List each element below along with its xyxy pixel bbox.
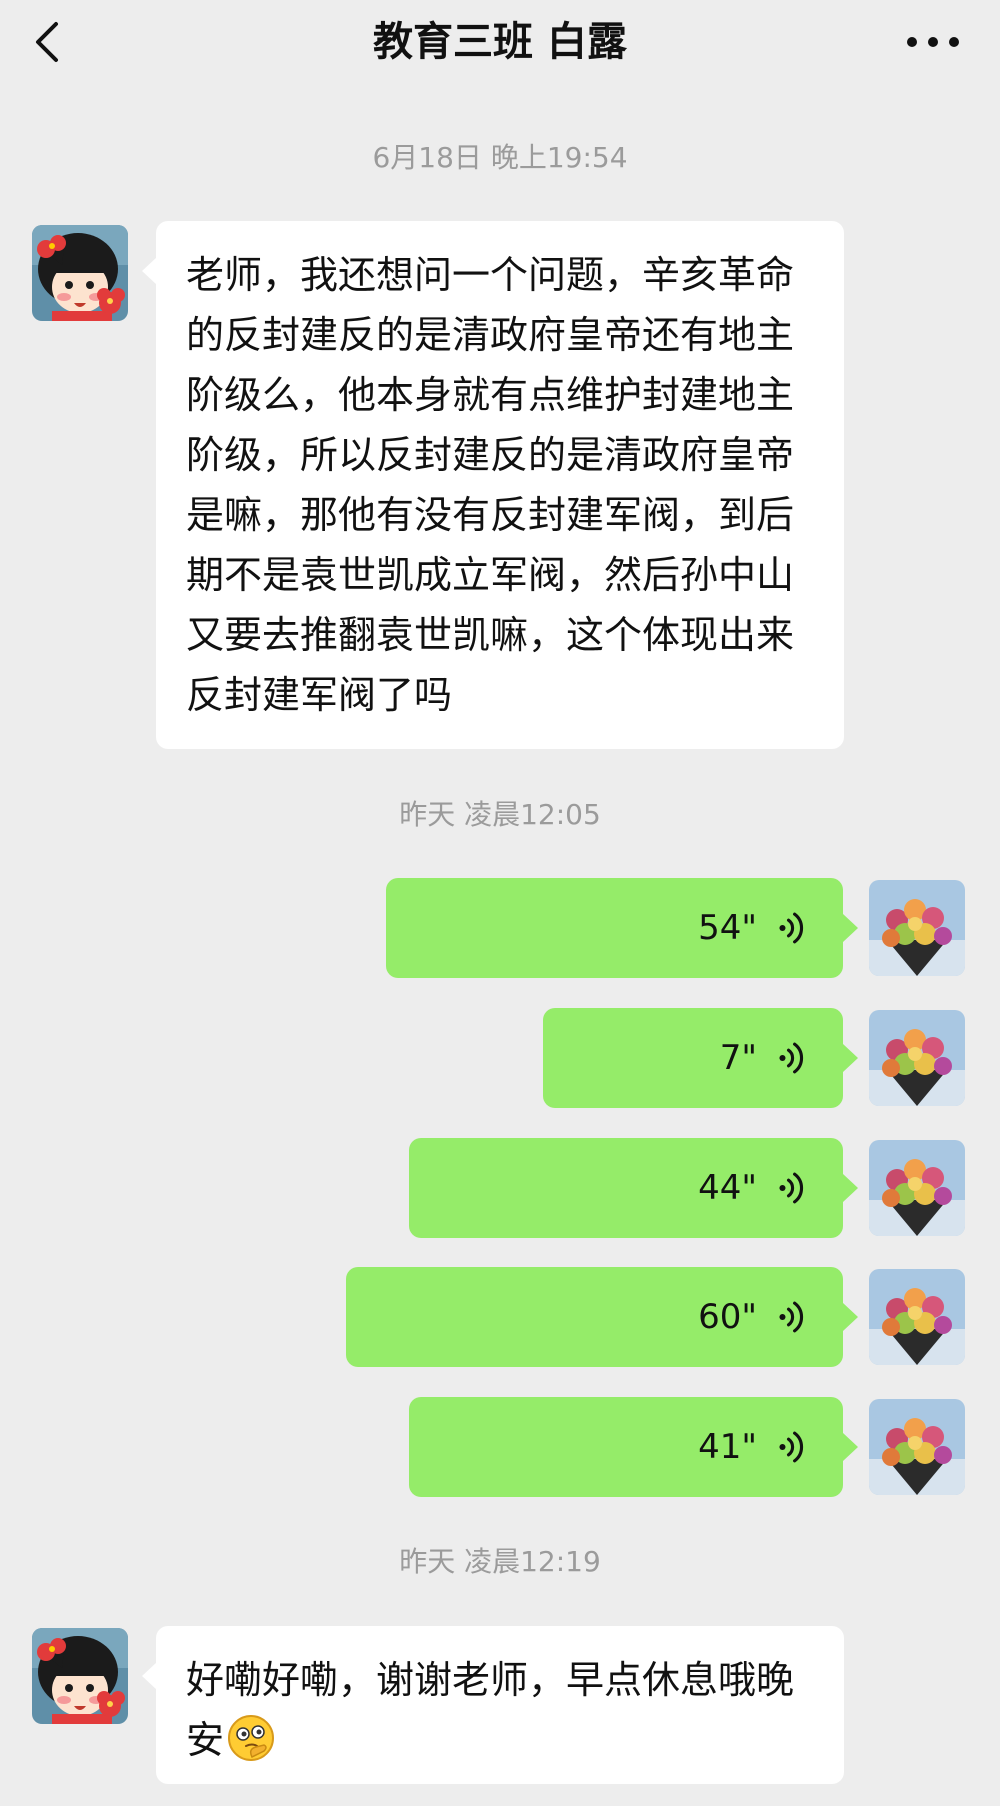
voice-duration: 54" xyxy=(698,908,757,948)
voice-message[interactable]: 44" xyxy=(409,1138,858,1238)
message-timestamp: 昨天 凌晨12:19 xyxy=(399,1545,601,1578)
voice-message[interactable]: 60" xyxy=(346,1267,858,1367)
chat-header: 教育三班 白露 xyxy=(0,0,1000,84)
message-timestamp: 昨天 凌晨12:05 xyxy=(399,798,601,831)
contact-avatar[interactable] xyxy=(32,1628,128,1724)
thinking-face-emoji-icon xyxy=(228,1715,275,1761)
chat-title: 教育三班 白露 xyxy=(373,19,627,65)
voice-message[interactable]: 54" xyxy=(386,878,858,978)
message-timestamp: 6月18日 晚上19:54 xyxy=(372,141,628,174)
message-text: 老师，我还想问一个问题，辛亥革命的反封建反的是清政府皇帝还有地主阶级么，他本身就… xyxy=(186,253,795,717)
message-text: 好嘞好嘞，谢谢老师，早点休息哦晚安 xyxy=(186,1658,795,1762)
voice-message[interactable]: 7" xyxy=(543,1008,858,1108)
my-avatar[interactable] xyxy=(869,1140,965,1236)
voice-wave-icon xyxy=(779,1298,805,1336)
chevron-left-icon xyxy=(36,22,58,62)
my-avatar[interactable] xyxy=(869,1010,965,1106)
contact-avatar[interactable] xyxy=(32,225,128,321)
my-avatar[interactable] xyxy=(869,880,965,976)
more-button[interactable] xyxy=(896,14,976,70)
my-avatar[interactable] xyxy=(869,1269,965,1365)
voice-duration: 7" xyxy=(719,1038,757,1078)
incoming-message-bubble[interactable]: 好嘞好嘞，谢谢老师，早点休息哦晚安 xyxy=(142,1626,844,1784)
voice-wave-icon xyxy=(779,1428,805,1466)
voice-duration: 60" xyxy=(698,1297,757,1337)
voice-wave-icon xyxy=(779,1039,805,1077)
ellipsis-icon xyxy=(907,37,959,47)
voice-wave-icon xyxy=(779,1169,805,1207)
voice-message[interactable]: 41" xyxy=(409,1397,858,1497)
voice-duration: 44" xyxy=(698,1168,757,1208)
voice-wave-icon xyxy=(779,909,805,947)
my-avatar[interactable] xyxy=(869,1399,965,1495)
back-button[interactable] xyxy=(24,14,80,70)
chat-screen: 教育三班 白露 6月18日 晚上19:54 老师，我还想问一个问题，辛亥革命的反… xyxy=(0,0,1000,1806)
voice-duration: 41" xyxy=(698,1427,757,1467)
incoming-message-bubble[interactable]: 老师，我还想问一个问题，辛亥革命的反封建反的是清政府皇帝还有地主阶级么，他本身就… xyxy=(142,221,844,749)
